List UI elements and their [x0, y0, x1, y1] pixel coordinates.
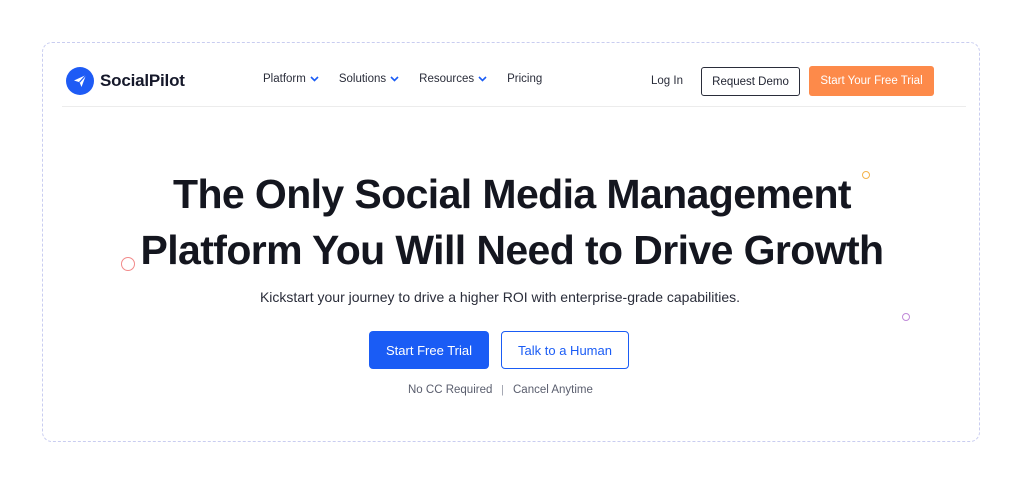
chevron-down-icon: [390, 76, 399, 82]
chevron-down-icon: [310, 76, 319, 82]
login-link[interactable]: Log In: [651, 75, 683, 87]
menu-item-label: Platform: [263, 73, 306, 85]
start-free-trial-header-button[interactable]: Start Your Free Trial: [809, 66, 934, 96]
hero-title-line-2: Platform You Will Need to Drive Growth: [140, 227, 884, 273]
hero-subtitle: Kickstart your journey to drive a higher…: [259, 289, 741, 305]
hero-title-line-1: The Only Social Media Management: [173, 171, 852, 217]
decorative-circle-purple: [902, 313, 910, 321]
menu-item-label: Resources: [419, 73, 475, 85]
chevron-down-icon: [478, 76, 487, 82]
menu-item-pricing[interactable]: Pricing: [507, 73, 542, 85]
logo[interactable]: SocialPilot: [66, 67, 185, 95]
talk-to-human-button[interactable]: Talk to a Human: [501, 331, 629, 369]
menu-item-platform[interactable]: Platform: [263, 73, 319, 85]
note-separator: |: [501, 384, 504, 396]
menu-item-solutions[interactable]: Solutions: [339, 73, 399, 85]
hero-title: The Only Social Media Management Platfor…: [0, 166, 1024, 278]
logo-text: SocialPilot: [100, 71, 185, 90]
no-cc-note: No CC Required: [408, 384, 493, 396]
cancel-anytime-note: Cancel Anytime: [513, 384, 593, 396]
menu-item-label: Pricing: [507, 73, 543, 85]
start-free-trial-button[interactable]: Start Free Trial: [369, 331, 489, 369]
paper-plane-icon: [66, 67, 94, 95]
menu-item-resources[interactable]: Resources: [419, 73, 487, 85]
top-nav: SocialPilot Platform Solutions Resources…: [62, 58, 966, 107]
menu-item-label: Solutions: [338, 73, 387, 85]
request-demo-button[interactable]: Request Demo: [701, 67, 800, 96]
main-menu: Platform Solutions Resources Pricing: [263, 73, 562, 85]
